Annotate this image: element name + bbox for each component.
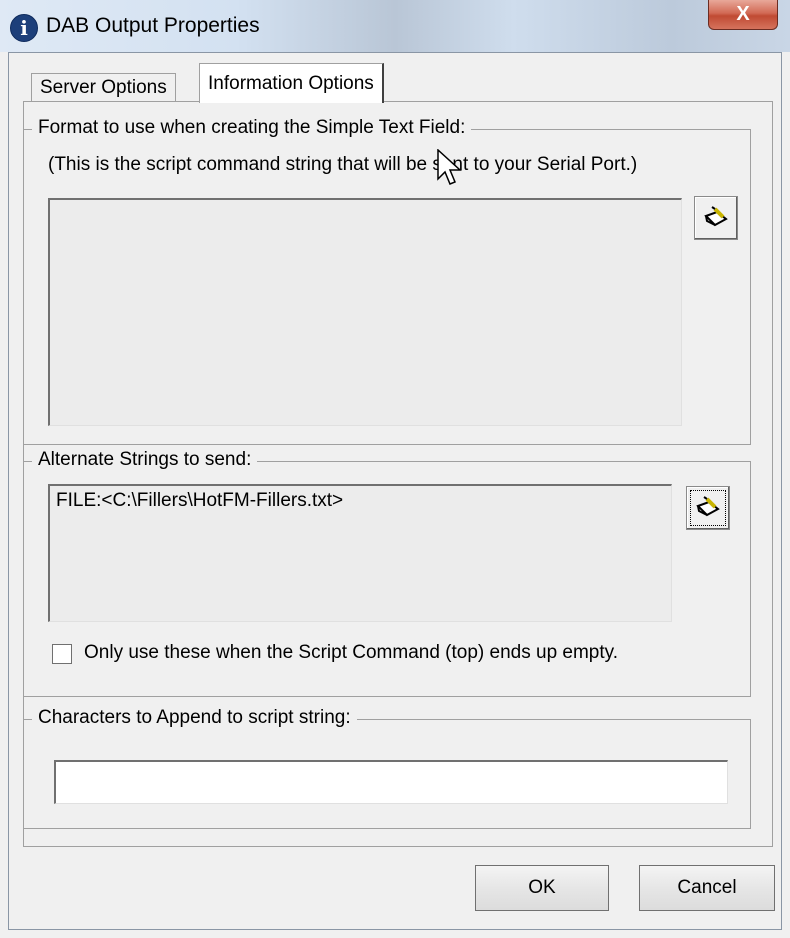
edit-pencil-icon: [704, 206, 728, 227]
cancel-button[interactable]: Cancel: [639, 865, 775, 911]
window-title: DAB Output Properties: [46, 14, 260, 37]
append-characters-group-label: Characters to Append to script string:: [32, 707, 357, 729]
simple-text-field-group: Format to use when creating the Simple T…: [23, 117, 751, 445]
mouse-cursor-icon: [437, 149, 462, 185]
dialog-client-area: Server Options Information Options Forma…: [8, 52, 782, 930]
simple-text-field-group-label: Format to use when creating the Simple T…: [32, 117, 472, 139]
title-bar[interactable]: i DAB Output Properties X: [0, 0, 790, 52]
alternate-strings-group-label: Alternate Strings to send:: [32, 449, 258, 471]
only-use-when-empty-checkbox[interactable]: [52, 644, 72, 664]
append-characters-group: Characters to Append to script string:: [23, 707, 751, 829]
info-icon: i: [10, 14, 38, 42]
alternate-strings-textarea[interactable]: FILE:<C:\Fillers\HotFM-Fillers.txt>: [48, 484, 672, 622]
edit-script-command-button[interactable]: [694, 196, 738, 240]
script-command-hint: (This is the script command string that …: [48, 154, 638, 175]
edit-alternate-strings-button[interactable]: [686, 486, 730, 530]
dialog-window: i DAB Output Properties X Server Options…: [0, 0, 790, 938]
only-use-when-empty-label[interactable]: Only use these when the Script Command (…: [84, 642, 618, 664]
edit-pencil-icon: [696, 496, 720, 517]
tab-server-options[interactable]: Server Options: [31, 73, 176, 101]
script-command-textarea[interactable]: [48, 198, 682, 426]
tab-information-options[interactable]: Information Options: [199, 63, 384, 103]
alternate-strings-group: Alternate Strings to send: FILE:<C:\Fill…: [23, 449, 751, 697]
ok-button[interactable]: OK: [475, 865, 609, 911]
close-button[interactable]: X: [708, 0, 778, 30]
append-characters-input[interactable]: [54, 760, 728, 804]
